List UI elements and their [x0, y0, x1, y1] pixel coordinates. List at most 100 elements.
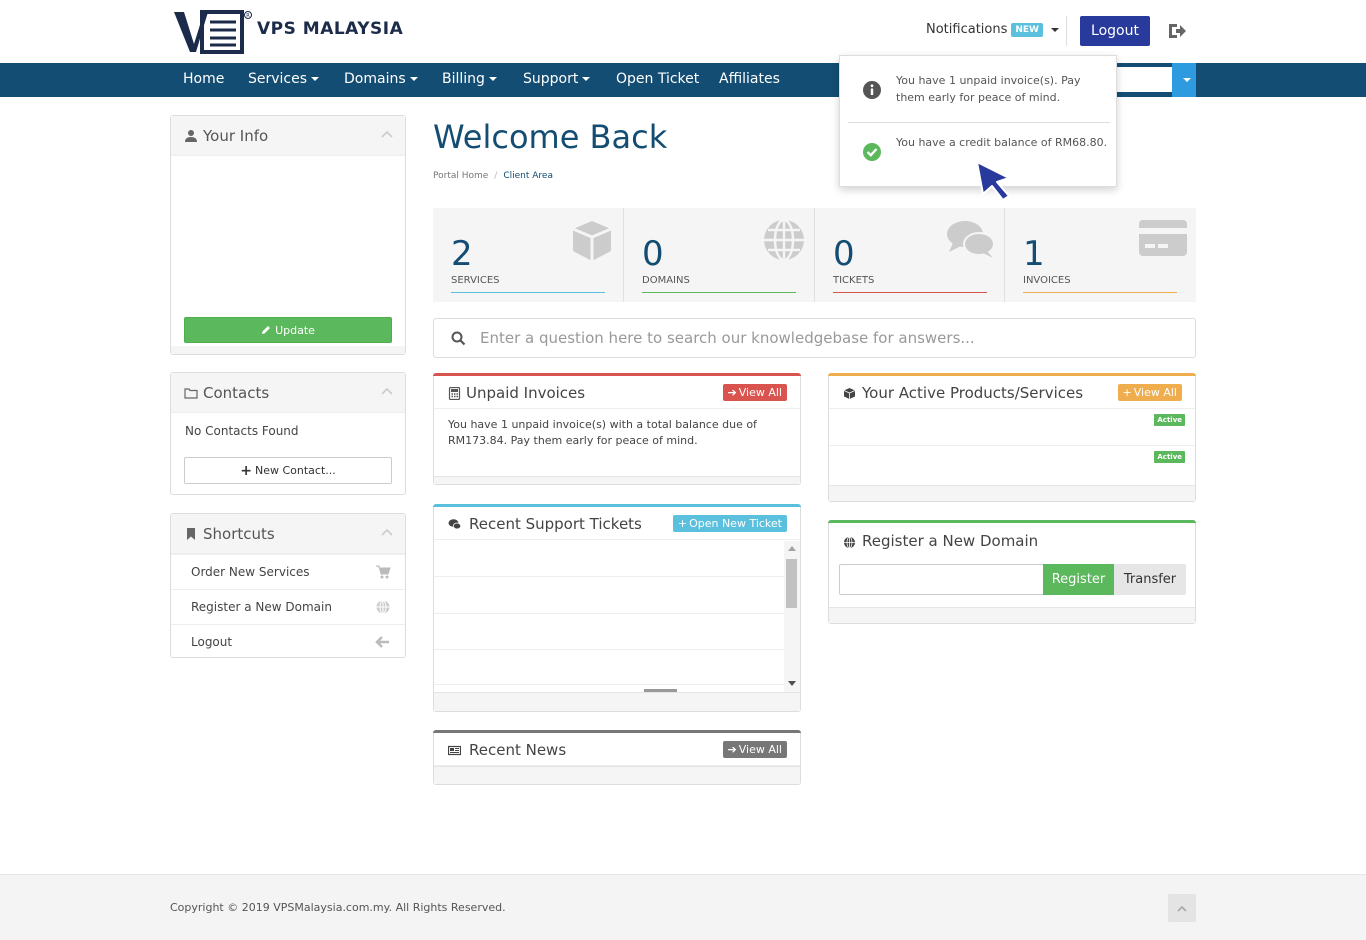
info-icon — [863, 81, 881, 99]
page-title: Welcome Back — [433, 118, 668, 156]
row-divider — [434, 684, 784, 685]
folder-icon — [184, 388, 198, 399]
comments-icon — [448, 519, 461, 530]
your-info-panel-header[interactable]: Your Info — [171, 116, 405, 156]
card-footer — [434, 766, 800, 784]
card-title: Recent News — [469, 741, 567, 759]
card-header: Recent News ➔ View All — [434, 733, 800, 766]
nav-item-label: Affiliates — [719, 71, 780, 87]
panel-title: Shortcuts — [203, 525, 275, 543]
bookmark-icon — [187, 528, 195, 540]
stat-label: TICKETS — [833, 275, 875, 286]
back-to-top-button[interactable] — [1168, 894, 1196, 922]
nav-item-label: Open Ticket — [616, 71, 700, 87]
transfer-button[interactable]: Transfer — [1114, 564, 1186, 595]
kb-search-input[interactable] — [480, 327, 1180, 349]
breadcrumb-portal-home[interactable]: Portal Home — [433, 171, 488, 181]
breadcrumb-client-area: Client Area — [503, 171, 553, 181]
shortcut-logout[interactable]: Logout — [171, 624, 405, 658]
nav-item-billing[interactable]: Billing — [442, 71, 497, 87]
check-circle-icon — [863, 143, 881, 161]
nav-item-label: Billing — [442, 71, 485, 87]
stat-domains[interactable]: 0 DOMAINS — [624, 208, 814, 302]
kb-search-box — [433, 318, 1196, 358]
notifications-menu[interactable]: Notifications NEW — [926, 22, 1059, 37]
plus-icon: + — [240, 462, 252, 479]
chevron-up-icon[interactable] — [381, 387, 393, 395]
breadcrumb-separator: / — [494, 171, 498, 181]
card-footer — [434, 476, 800, 484]
cube-icon — [572, 221, 612, 261]
calculator-icon — [448, 387, 461, 400]
tickets-list — [434, 541, 784, 692]
product-row[interactable]: Active — [829, 409, 1195, 446]
sign-out-icon[interactable] — [1166, 20, 1188, 42]
view-all-products-button[interactable]: + View All — [1117, 384, 1182, 401]
support-tickets-card: Recent Support Tickets + Open New Ticket — [433, 504, 801, 712]
stat-underline — [642, 292, 796, 293]
stat-value: 0 — [642, 234, 664, 274]
breadcrumb: Portal Home / Client Area — [433, 171, 553, 181]
status-badge: Active — [1154, 451, 1185, 463]
logout-button[interactable]: Logout — [1080, 16, 1150, 46]
card-header: Register a New Domain — [829, 523, 1195, 559]
new-contact-button[interactable]: + New Contact... — [184, 457, 392, 484]
nav-item-affiliates[interactable]: Affiliates — [719, 71, 780, 87]
shortcut-register-domain[interactable]: Register a New Domain — [171, 589, 405, 623]
brand-name[interactable]: VPS MALAYSIA — [257, 19, 403, 39]
panel-footer — [171, 346, 405, 354]
card-header: Unpaid Invoices ➔ View All — [434, 376, 800, 409]
shortcut-order-new-services[interactable]: Order New Services — [171, 554, 405, 588]
nav-item-open-ticket[interactable]: Open Ticket — [616, 71, 699, 87]
unpaid-invoices-text: You have 1 unpaid invoice(s) with a tota… — [448, 418, 757, 447]
svg-text:R: R — [246, 13, 250, 19]
user-icon — [185, 130, 197, 142]
button-label: View All — [738, 743, 782, 756]
card-title: Your Active Products/Services — [862, 384, 1084, 402]
panel-title: Contacts — [203, 384, 270, 402]
stat-value: 0 — [833, 234, 855, 274]
view-all-invoices-button[interactable]: ➔ View All — [722, 384, 787, 401]
chevron-up-icon[interactable] — [381, 528, 393, 536]
domain-search-input[interactable] — [839, 564, 1044, 595]
notification-item[interactable]: You have 1 unpaid invoice(s). Pay them e… — [848, 72, 1110, 106]
unpaid-invoices-card: Unpaid Invoices ➔ View All You have 1 unp… — [433, 373, 801, 485]
nav-item-label: Support — [523, 71, 579, 87]
globe-icon — [376, 600, 390, 614]
shortcuts-panel-header[interactable]: Shortcuts — [171, 514, 405, 554]
scroll-up-icon[interactable] — [788, 545, 796, 551]
arrow-left-icon — [375, 636, 389, 648]
pencil-icon — [262, 326, 271, 334]
nav-account-select[interactable] — [1115, 67, 1172, 92]
stat-invoices[interactable]: 1 INVOICES — [1005, 208, 1195, 302]
vertical-scrollbar-thumb[interactable] — [786, 559, 797, 608]
plus-icon: + — [677, 517, 688, 530]
brand-logo-icon[interactable]: R — [172, 10, 254, 54]
card-header: Recent Support Tickets + Open New Ticket — [434, 507, 800, 540]
contacts-panel-header[interactable]: Contacts — [171, 373, 405, 413]
product-row[interactable]: Active — [829, 446, 1195, 483]
chevron-down-icon — [409, 77, 418, 81]
stat-tickets[interactable]: 0 TICKETS — [815, 208, 1005, 302]
nav-item-label: Domains — [344, 71, 406, 87]
row-divider — [434, 576, 784, 577]
stat-label: DOMAINS — [642, 275, 690, 286]
notification-item[interactable]: You have a credit balance of RM68.80. — [848, 134, 1110, 162]
nav-item-support[interactable]: Support — [523, 71, 591, 87]
nav-account-dropdown-button[interactable] — [1172, 63, 1196, 97]
vertical-scrollbar[interactable] — [784, 541, 800, 692]
arrow-right-icon: ➔ — [727, 386, 737, 399]
nav-item-domains[interactable]: Domains — [344, 71, 418, 87]
cube-icon — [843, 388, 856, 399]
header-divider — [1066, 16, 1067, 46]
nav-item-services[interactable]: Services — [248, 71, 320, 87]
chevron-up-icon[interactable] — [381, 130, 393, 138]
view-all-news-button[interactable]: ➔ View All — [722, 741, 787, 758]
scroll-down-icon[interactable] — [788, 681, 796, 687]
nav-item-home[interactable]: Home — [183, 71, 224, 87]
cart-icon — [376, 565, 391, 579]
stat-services[interactable]: 2 SERVICES — [433, 208, 623, 302]
open-new-ticket-button[interactable]: + Open New Ticket — [672, 515, 787, 532]
register-button[interactable]: Register — [1043, 564, 1114, 595]
update-button[interactable]: Update — [184, 317, 392, 343]
